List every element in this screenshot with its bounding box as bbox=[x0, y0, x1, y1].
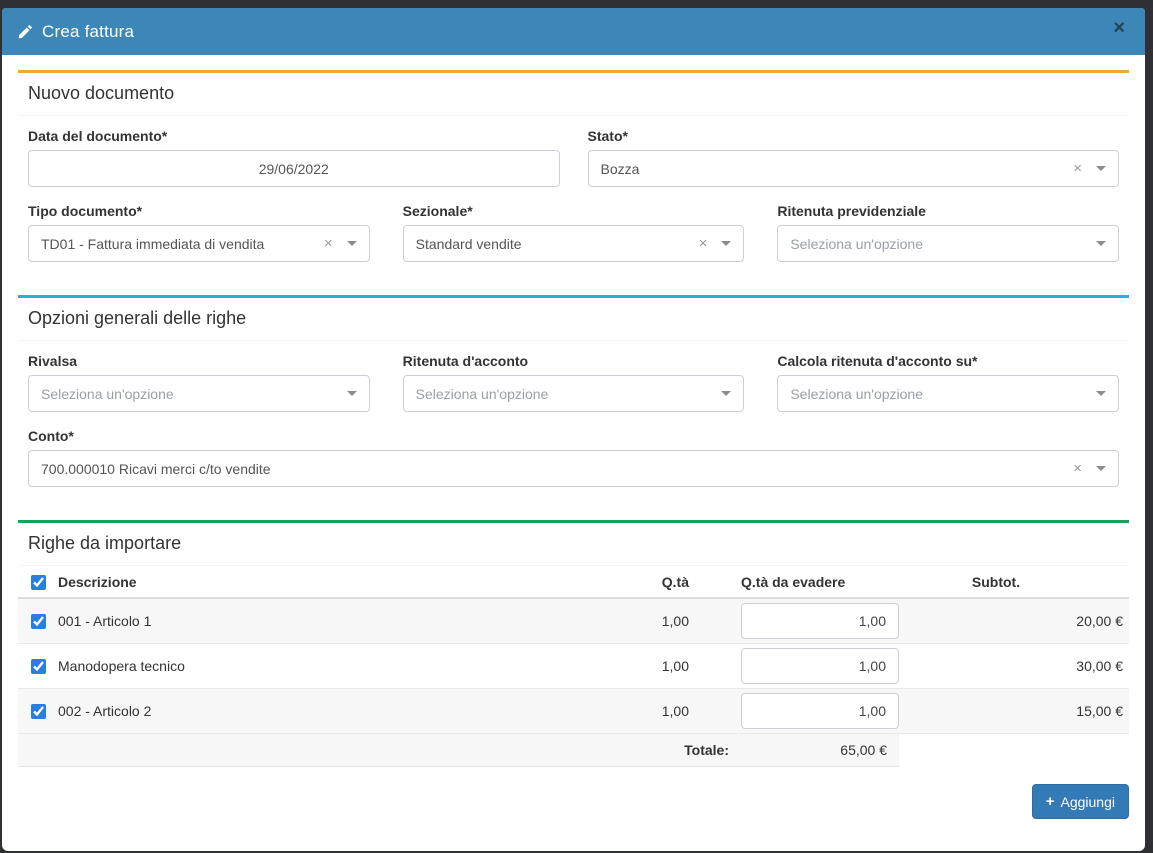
table-row: 002 - Articolo 2 1,00 15,00 € bbox=[18, 689, 1129, 734]
stato-select[interactable]: Bozza × bbox=[588, 150, 1120, 187]
righe-table: Descrizione Q.tà Q.tà da evadere Subtot.… bbox=[18, 568, 1129, 767]
clear-icon[interactable]: × bbox=[324, 236, 333, 251]
row-checkbox[interactable] bbox=[31, 659, 46, 674]
clear-icon[interactable]: × bbox=[1073, 161, 1082, 176]
ritenuta-previdenziale-placeholder: Seleziona un'opzione bbox=[790, 236, 923, 252]
chevron-down-icon bbox=[1096, 241, 1106, 246]
close-icon[interactable]: × bbox=[1109, 16, 1129, 40]
data-documento-label: Data del documento* bbox=[28, 128, 560, 144]
chevron-down-icon bbox=[721, 391, 731, 396]
row-checkbox[interactable] bbox=[31, 704, 46, 719]
aggiungi-button[interactable]: + Aggiungi bbox=[1032, 784, 1129, 819]
field-ritenuta-acconto: Ritenuta d'acconto Seleziona un'opzione bbox=[403, 353, 745, 412]
row-subtot: 15,00 € bbox=[899, 703, 1129, 719]
ritenuta-acconto-label: Ritenuta d'acconto bbox=[403, 353, 745, 369]
row-descrizione: 002 - Articolo 2 bbox=[58, 703, 629, 719]
modal-body: Nuovo documento Data del documento* Stat… bbox=[2, 55, 1145, 851]
col-header-subtot: Subtot. bbox=[899, 574, 1129, 590]
aggiungi-label: Aggiungi bbox=[1061, 794, 1116, 810]
rivalsa-label: Rivalsa bbox=[28, 353, 370, 369]
modal-actions: + Aggiungi bbox=[18, 767, 1129, 819]
chevron-down-icon bbox=[1096, 166, 1106, 171]
row-subtot: 20,00 € bbox=[899, 613, 1129, 629]
conto-label: Conto* bbox=[28, 428, 1119, 444]
table-header-row: Descrizione Q.tà Q.tà da evadere Subtot. bbox=[18, 568, 1129, 599]
section-title-opzioni-generali: Opzioni generali delle righe bbox=[18, 298, 1129, 341]
field-stato: Stato* Bozza × bbox=[588, 128, 1120, 187]
crea-fattura-modal: Crea fattura × Nuovo documento Data del … bbox=[2, 8, 1145, 851]
col-header-qta: Q.tà bbox=[629, 574, 729, 590]
conto-select[interactable]: 700.000010 Ricavi merci c/to vendite × bbox=[28, 450, 1119, 487]
col-header-qta-da-evadere: Q.tà da evadere bbox=[729, 574, 899, 590]
row-qta: 1,00 bbox=[629, 703, 729, 719]
sezionale-selected-value: Standard vendite bbox=[416, 236, 522, 252]
chevron-down-icon bbox=[347, 391, 357, 396]
stato-selected-value: Bozza bbox=[601, 161, 640, 177]
field-calcola-ritenuta: Calcola ritenuta d'acconto su* Seleziona… bbox=[777, 353, 1119, 412]
qta-da-evadere-input[interactable] bbox=[741, 693, 899, 729]
chevron-down-icon bbox=[347, 241, 357, 246]
row-subtot: 30,00 € bbox=[899, 658, 1129, 674]
chevron-down-icon bbox=[1096, 391, 1106, 396]
rivalsa-select[interactable]: Seleziona un'opzione bbox=[28, 375, 370, 412]
tipo-documento-label: Tipo documento* bbox=[28, 203, 370, 219]
chevron-down-icon bbox=[1096, 466, 1106, 471]
sezionale-label: Sezionale* bbox=[403, 203, 745, 219]
table-row: Manodopera tecnico 1,00 30,00 € bbox=[18, 644, 1129, 689]
plus-icon: + bbox=[1046, 793, 1055, 810]
modal-title: Crea fattura bbox=[42, 22, 134, 42]
stato-label: Stato* bbox=[588, 128, 1120, 144]
section-nuovo-documento: Nuovo documento Data del documento* Stat… bbox=[18, 70, 1129, 274]
clear-icon[interactable]: × bbox=[1073, 461, 1082, 476]
section-title-righe: Righe da importare bbox=[18, 523, 1129, 566]
rivalsa-placeholder: Seleziona un'opzione bbox=[41, 386, 174, 402]
field-rivalsa: Rivalsa Seleziona un'opzione bbox=[28, 353, 370, 412]
field-conto: Conto* 700.000010 Ricavi merci c/to vend… bbox=[28, 428, 1119, 487]
section-title-nuovo-documento: Nuovo documento bbox=[18, 73, 1129, 116]
table-footer-row: Totale: 65,00 € bbox=[18, 734, 1129, 767]
calcola-ritenuta-select[interactable]: Seleziona un'opzione bbox=[777, 375, 1119, 412]
row-descrizione: Manodopera tecnico bbox=[58, 658, 629, 674]
totale-label: Totale: bbox=[629, 734, 729, 767]
footer-spacer bbox=[18, 734, 629, 767]
ritenuta-previdenziale-select[interactable]: Seleziona un'opzione bbox=[777, 225, 1119, 262]
tipo-documento-selected-value: TD01 - Fattura immediata di vendita bbox=[41, 236, 264, 252]
section-righe-da-importare: Righe da importare Descrizione Q.tà Q.tà… bbox=[18, 520, 1129, 819]
field-sezionale: Sezionale* Standard vendite × bbox=[403, 203, 745, 262]
calcola-ritenuta-label: Calcola ritenuta d'acconto su* bbox=[777, 353, 1119, 369]
row-descrizione: 001 - Articolo 1 bbox=[58, 613, 629, 629]
ritenuta-acconto-select[interactable]: Seleziona un'opzione bbox=[403, 375, 745, 412]
field-data-documento: Data del documento* bbox=[28, 128, 560, 187]
qta-da-evadere-input[interactable] bbox=[741, 648, 899, 684]
modal-header: Crea fattura × bbox=[2, 8, 1145, 55]
row-qta: 1,00 bbox=[629, 658, 729, 674]
sezionale-select[interactable]: Standard vendite × bbox=[403, 225, 745, 262]
section-opzioni-generali: Opzioni generali delle righe Rivalsa Sel… bbox=[18, 295, 1129, 499]
clear-icon[interactable]: × bbox=[699, 236, 708, 251]
qta-da-evadere-input[interactable] bbox=[741, 603, 899, 639]
select-all-checkbox[interactable] bbox=[31, 575, 46, 590]
totale-value: 65,00 € bbox=[729, 734, 899, 767]
tipo-documento-select[interactable]: TD01 - Fattura immediata di vendita × bbox=[28, 225, 370, 262]
chevron-down-icon bbox=[721, 241, 731, 246]
pencil-icon bbox=[18, 24, 33, 39]
calcola-ritenuta-placeholder: Seleziona un'opzione bbox=[790, 386, 923, 402]
row-checkbox[interactable] bbox=[31, 614, 46, 629]
ritenuta-previdenziale-label: Ritenuta previdenziale bbox=[777, 203, 1119, 219]
row-qta: 1,00 bbox=[629, 613, 729, 629]
field-tipo-documento: Tipo documento* TD01 - Fattura immediata… bbox=[28, 203, 370, 262]
data-documento-input[interactable] bbox=[28, 150, 560, 187]
conto-selected-value: 700.000010 Ricavi merci c/to vendite bbox=[41, 461, 271, 477]
table-row: 001 - Articolo 1 1,00 20,00 € bbox=[18, 599, 1129, 644]
col-header-descrizione: Descrizione bbox=[58, 574, 629, 590]
field-ritenuta-previdenziale: Ritenuta previdenziale Seleziona un'opzi… bbox=[777, 203, 1119, 262]
ritenuta-acconto-placeholder: Seleziona un'opzione bbox=[416, 386, 549, 402]
